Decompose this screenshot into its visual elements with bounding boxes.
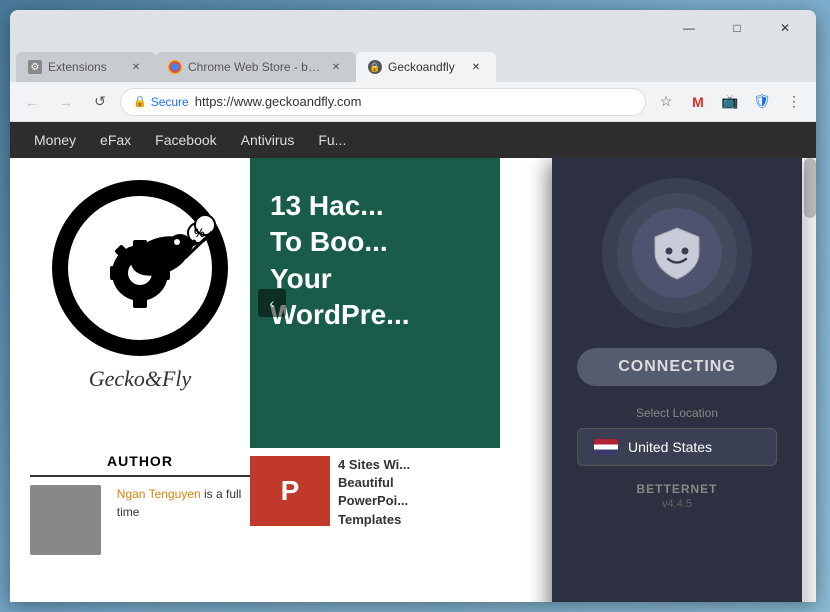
us-flag-icon (594, 439, 618, 455)
nav-menu: Money eFax Facebook Antivirus Fu... (10, 122, 816, 158)
vpn-logo-area (602, 178, 752, 328)
gmail-button[interactable]: M (684, 88, 712, 116)
author-title: AUTHOR (30, 453, 250, 477)
article2-image: P (250, 456, 330, 526)
article-row2: P 4 Sites Wi...BeautifulPowerPoi...Templ… (250, 448, 500, 602)
author-link[interactable]: Ngan Tenguyen (117, 487, 201, 501)
article-preview: 13 Hac...To Boo...YourWordPre... ‹ (250, 158, 500, 448)
select-location-label: Select Location (636, 406, 718, 420)
version-label: v4.4.5 (662, 498, 692, 510)
cast-button[interactable]: 📺 (716, 88, 744, 116)
author-text: Ngan Tenguyen is a full time (117, 485, 250, 521)
tab-extensions-label: Extensions (48, 60, 122, 74)
main-content: % Gecko&Fly AUTHOR Ngan Tenguyen is a fu… (10, 158, 816, 602)
forward-button[interactable]: → (52, 88, 80, 116)
webstore-favicon (168, 60, 182, 74)
tab-geckoandfly[interactable]: 🔒 Geckoandfly ✕ (356, 52, 496, 82)
tabs-bar: ⚙ Extensions ✕ Chrome Web Store - be... … (10, 46, 816, 82)
reload-button[interactable]: ↺ (86, 88, 114, 116)
svg-text:%: % (194, 226, 205, 240)
tab-webstore-label: Chrome Web Store - be... (188, 60, 322, 74)
nav-item-money[interactable]: Money (26, 126, 84, 154)
nav-item-antivirus[interactable]: Antivirus (233, 126, 303, 154)
secure-badge: 🔒 Secure (133, 95, 189, 109)
gecko-logo: % (50, 178, 230, 358)
maximize-button[interactable]: □ (714, 14, 760, 42)
logo-area: % Gecko&Fly (30, 168, 250, 448)
nav-item-facebook[interactable]: Facebook (147, 126, 224, 154)
back-button[interactable]: ← (18, 88, 46, 116)
nav-item-efax[interactable]: eFax (92, 126, 139, 154)
vpn-circle-outer (602, 178, 752, 328)
article2-text: 4 Sites Wi...BeautifulPowerPoi...Templat… (338, 456, 410, 602)
tab-extensions-close[interactable]: ✕ (128, 59, 144, 75)
geckoandfly-favicon: 🔒 (368, 60, 382, 74)
tab-geckoandfly-label: Geckoandfly (388, 60, 462, 74)
address-bar: ← → ↺ 🔒 Secure https://www.geckoandfly.c… (10, 82, 816, 122)
tab-geckoandfly-close[interactable]: ✕ (468, 59, 484, 75)
shield-icon (647, 223, 707, 283)
url-text: https://www.geckoandfly.com (195, 94, 362, 109)
betternet-label: BETTERNET (637, 482, 718, 496)
vpn-popup: CONNECTING Select Location United States… (552, 158, 802, 602)
extensions-favicon: ⚙ (28, 60, 42, 74)
author-image (30, 485, 101, 555)
gecko-name: Gecko&Fly (89, 366, 192, 392)
address-actions: ☆ M 📺 🛡 ⋮ (652, 88, 808, 116)
bookmark-button[interactable]: ☆ (652, 88, 680, 116)
vpn-ext-button[interactable]: 🛡 (748, 88, 776, 116)
scrollbar-thumb[interactable] (804, 158, 816, 218)
tab-extensions[interactable]: ⚙ Extensions ✕ (16, 52, 156, 82)
url-input[interactable]: 🔒 Secure https://www.geckoandfly.com (120, 88, 646, 116)
menu-button[interactable]: ⋮ (780, 88, 808, 116)
scrollbar[interactable] (804, 158, 816, 602)
nav-item-more[interactable]: Fu... (310, 126, 354, 154)
location-name: United States (628, 439, 712, 455)
minimize-button[interactable]: — (666, 14, 712, 42)
location-selector[interactable]: United States (577, 428, 777, 466)
vpn-circle-inner (632, 208, 722, 298)
article-title: 13 Hac...To Boo...YourWordPre... (250, 158, 500, 344)
tab-webstore[interactable]: Chrome Web Store - be... ✕ (156, 52, 356, 82)
tab-webstore-close[interactable]: ✕ (328, 59, 344, 75)
connecting-button[interactable]: CONNECTING (577, 348, 777, 386)
browser-window: — □ ✕ ⚙ Extensions ✕ Chrome Web Store - … (10, 10, 816, 602)
title-bar: — □ ✕ (10, 10, 816, 46)
secure-label: Secure (151, 95, 189, 109)
window-controls: — □ ✕ (666, 14, 808, 42)
close-button[interactable]: ✕ (762, 14, 808, 42)
article-prev-button[interactable]: ‹ (258, 289, 286, 317)
vpn-circle-mid (617, 193, 737, 313)
author-section: AUTHOR Ngan Tenguyen is a full time (30, 453, 250, 555)
lock-icon: 🔒 (133, 95, 147, 108)
